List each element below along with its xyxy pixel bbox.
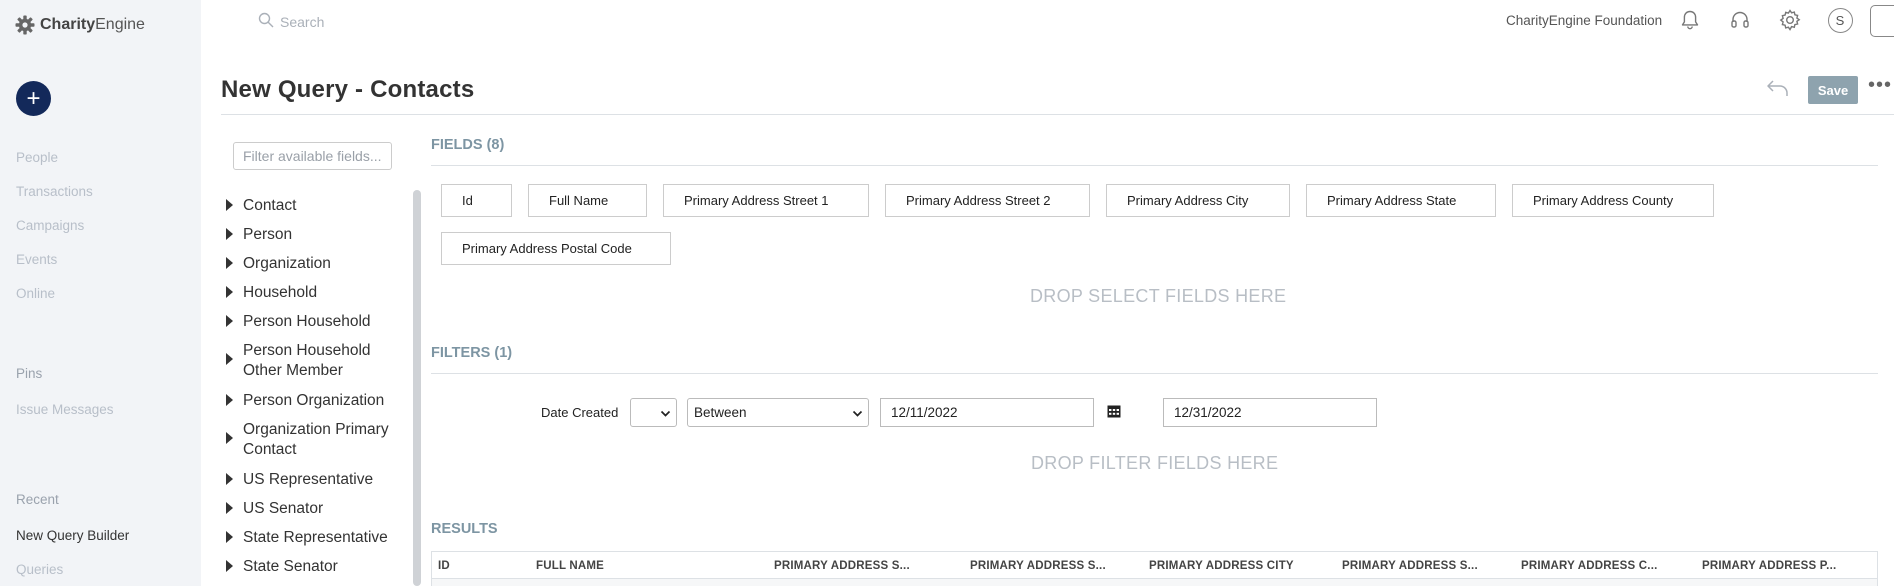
tree-item-state-senator[interactable]: State Senator <box>223 557 338 577</box>
field-chip-primary-address-county[interactable]: Primary Address County <box>1512 184 1714 217</box>
nav-item-transactions[interactable]: Transactions <box>16 184 93 199</box>
nav-item-online[interactable]: Online <box>16 286 55 301</box>
tree-item-person-organization[interactable]: Person Organization <box>223 391 384 411</box>
expand-triangle-icon[interactable] <box>226 286 233 298</box>
filter-date-to-input[interactable] <box>1163 398 1377 427</box>
results-column-header[interactable]: PRIMARY ADDRESS C... <box>1521 560 1657 572</box>
user-avatar[interactable]: S <box>1827 7 1853 33</box>
filter-operator-value: Between <box>694 405 747 420</box>
nav-item-events[interactable]: Events <box>16 252 57 267</box>
expand-triangle-icon[interactable] <box>226 228 233 240</box>
results-table-body <box>431 578 1878 586</box>
field-chip-primary-address-state[interactable]: Primary Address State <box>1306 184 1496 217</box>
nav-recent-new-query-builder[interactable]: New Query Builder <box>16 528 129 543</box>
headset-icon[interactable] <box>1727 7 1753 33</box>
drop-filter-fields-zone[interactable]: DROP FILTER FIELDS HERE <box>1031 453 1278 474</box>
expand-triangle-icon[interactable] <box>226 257 233 269</box>
tree-item-us-senator[interactable]: US Senator <box>223 499 323 519</box>
results-column-header[interactable]: FULL NAME <box>536 560 604 572</box>
expand-triangle-icon[interactable] <box>226 473 233 485</box>
save-button[interactable]: Save <box>1808 76 1858 104</box>
field-chip-primary-address-postal-code[interactable]: Primary Address Postal Code <box>441 232 671 265</box>
brand[interactable]: CharityEngine <box>15 15 145 35</box>
nav-recent-label: Recent <box>16 492 59 507</box>
tree-item-contact[interactable]: Contact <box>223 196 296 216</box>
avatar: S <box>1827 7 1853 33</box>
results-column-header[interactable]: PRIMARY ADDRESS S... <box>1342 560 1478 572</box>
results-section-title: RESULTS <box>431 521 498 537</box>
left-nav: CharityEngine + People Transactions Camp… <box>0 0 201 586</box>
nav-pins-label: Pins <box>16 366 43 381</box>
filter-modifier-select[interactable] <box>630 398 677 427</box>
expand-triangle-icon[interactable] <box>226 315 233 327</box>
brand-name: CharityEngine <box>40 16 145 33</box>
results-column-header[interactable]: ID <box>438 560 450 572</box>
filter-date-from-input[interactable] <box>880 398 1094 427</box>
add-new-button[interactable]: + <box>16 81 51 116</box>
filters-section-title: FILTERS (1) <box>431 345 513 361</box>
filter-available-fields-input[interactable] <box>233 142 392 170</box>
nav-item-people[interactable]: People <box>16 150 58 165</box>
field-chip-primary-address-street-1[interactable]: Primary Address Street 1 <box>663 184 869 217</box>
field-tree-scrollbar[interactable] <box>413 190 421 586</box>
expand-triangle-icon[interactable] <box>226 531 233 543</box>
tree-item-person[interactable]: Person <box>223 225 292 245</box>
drop-select-fields-zone[interactable]: DROP SELECT FIELDS HERE <box>1030 286 1286 307</box>
chevron-down-icon <box>660 407 671 422</box>
results-column-header[interactable]: PRIMARY ADDRESS S... <box>970 560 1106 572</box>
field-chip-id[interactable]: Id <box>441 184 512 217</box>
plus-icon: + <box>26 84 41 112</box>
bell-icon[interactable] <box>1677 7 1703 33</box>
calendar-icon[interactable] <box>1107 405 1121 423</box>
global-search[interactable]: Search <box>258 12 324 31</box>
results-column-header[interactable]: PRIMARY ADDRESS CITY <box>1149 560 1294 572</box>
chevron-down-icon <box>852 407 863 422</box>
header-divider <box>221 114 1894 115</box>
filters-divider <box>431 373 1878 374</box>
charityengine-logo-icon <box>15 15 35 35</box>
field-chip-full-name[interactable]: Full Name <box>528 184 647 217</box>
field-chip-primary-address-city[interactable]: Primary Address City <box>1106 184 1290 217</box>
undo-icon[interactable] <box>1766 78 1790 103</box>
expand-triangle-icon[interactable] <box>226 353 233 365</box>
organization-name[interactable]: CharityEngine Foundation <box>1506 13 1662 28</box>
nav-item-campaigns[interactable]: Campaigns <box>16 218 84 233</box>
tree-item-state-representative[interactable]: State Representative <box>223 528 388 548</box>
tree-item-person-household[interactable]: Person Household <box>223 312 371 332</box>
tree-item-household[interactable]: Household <box>223 283 317 303</box>
expand-triangle-icon[interactable] <box>226 394 233 406</box>
expand-triangle-icon[interactable] <box>226 432 233 444</box>
fields-section-title: FIELDS (8) <box>431 137 505 153</box>
results-column-header[interactable]: PRIMARY ADDRESS P... <box>1702 560 1836 572</box>
filter-field-label: Date Created <box>541 405 619 420</box>
tree-item-us-representative[interactable]: US Representative <box>223 470 373 490</box>
results-table-header: ID FULL NAME PRIMARY ADDRESS S... PRIMAR… <box>431 551 1878 579</box>
page-title: New Query - Contacts <box>221 76 475 103</box>
search-icon <box>258 12 274 31</box>
expand-triangle-icon[interactable] <box>226 199 233 211</box>
gear-icon[interactable] <box>1777 7 1803 33</box>
nav-item-issue-messages[interactable]: Issue Messages <box>16 402 114 417</box>
field-chip-primary-address-street-2[interactable]: Primary Address Street 2 <box>885 184 1090 217</box>
expand-triangle-icon[interactable] <box>226 560 233 572</box>
tree-item-organization-primary-contact[interactable]: Organization Primary Contact <box>223 420 403 460</box>
search-placeholder: Search <box>280 13 325 30</box>
filter-operator-select[interactable]: Between <box>687 398 869 427</box>
fields-divider <box>431 165 1878 166</box>
tree-item-organization[interactable]: Organization <box>223 254 331 274</box>
collapse-panel-icon[interactable] <box>1870 5 1894 37</box>
results-column-header[interactable]: PRIMARY ADDRESS S... <box>774 560 910 572</box>
expand-triangle-icon[interactable] <box>226 502 233 514</box>
nav-recent-queries[interactable]: Queries <box>16 562 63 577</box>
more-options-icon[interactable]: ••• <box>1868 75 1892 95</box>
query-builder-app: CharityEngine + People Transactions Camp… <box>0 0 1894 586</box>
tree-item-person-household-other-member[interactable]: Person Household Other Member <box>223 341 373 381</box>
